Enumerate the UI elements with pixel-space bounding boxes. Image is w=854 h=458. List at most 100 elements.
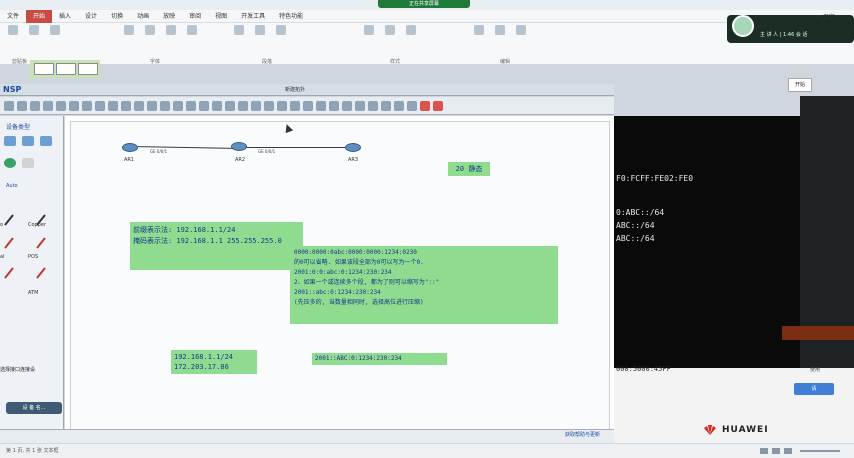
auto-cable-label: Auto xyxy=(6,183,18,189)
paste-button[interactable] xyxy=(4,25,22,47)
menu-item[interactable]: 审阅 xyxy=(182,10,208,23)
underline-button[interactable] xyxy=(162,25,180,47)
cable-icon[interactable] xyxy=(2,213,16,227)
toolbar-button[interactable] xyxy=(368,100,378,111)
slide-line: ABC::/64 xyxy=(616,234,655,243)
cable-icon[interactable] xyxy=(34,266,48,280)
link-ar2-ar3[interactable] xyxy=(245,147,350,148)
note-static[interactable]: 20 静态 xyxy=(448,162,490,176)
toolbar-button[interactable] xyxy=(43,100,53,111)
cable-icon[interactable] xyxy=(2,236,16,250)
toolbar-button[interactable] xyxy=(82,100,92,111)
toolbar-button[interactable] xyxy=(95,100,105,111)
toolbar-button[interactable] xyxy=(199,100,209,111)
switch-device-icon[interactable] xyxy=(22,136,34,146)
cloud-device-icon[interactable] xyxy=(4,158,16,168)
screen-share-indicator[interactable]: 正在共享屏幕 xyxy=(378,0,470,8)
router-device-icon[interactable] xyxy=(4,136,16,146)
toolbar-button[interactable] xyxy=(121,100,131,111)
router-ar3-label: AR3 xyxy=(348,157,359,163)
toolbar-button[interactable] xyxy=(329,100,339,111)
toolbar-button[interactable] xyxy=(264,100,274,111)
router-ar1-icon[interactable] xyxy=(122,143,138,152)
toolbar-button[interactable] xyxy=(69,100,79,111)
replace-button[interactable] xyxy=(491,25,509,47)
action-button[interactable]: 请 xyxy=(794,383,834,395)
cable-label: ATM xyxy=(28,290,39,296)
toolbar-button[interactable] xyxy=(342,100,352,111)
style-button-2[interactable] xyxy=(381,25,399,47)
toolbar-button[interactable] xyxy=(381,100,391,111)
toolbar-button[interactable] xyxy=(160,100,170,111)
toolbar-button[interactable] xyxy=(212,100,222,111)
router-ar2-icon[interactable] xyxy=(231,142,247,151)
toolbar-button[interactable] xyxy=(290,100,300,111)
align-left-button[interactable] xyxy=(230,25,248,47)
toolbar-button[interactable] xyxy=(420,100,430,111)
start-button[interactable]: 开始 xyxy=(788,78,812,92)
router-ar3-icon[interactable] xyxy=(345,143,361,152)
menu-item[interactable]: 动画 xyxy=(130,10,156,23)
menu-item[interactable]: 开发工具 xyxy=(234,10,272,23)
align-center-button[interactable] xyxy=(251,25,269,47)
meeting-status: 主 讲 人 | 1:46 会 话 xyxy=(760,32,808,38)
style-button-1[interactable] xyxy=(360,25,378,47)
toolbar-button[interactable] xyxy=(251,100,261,111)
toolbar-button[interactable] xyxy=(173,100,183,111)
user-chip[interactable]: ✕ 二宇 xyxy=(816,12,835,21)
note-ipv6-line: 2001:0:0:abc:0:1234:230:234 xyxy=(294,269,392,276)
toolbar-button[interactable] xyxy=(30,100,40,111)
menu-item[interactable]: 放映 xyxy=(156,10,182,23)
device-name-button[interactable]: 设 备 名... xyxy=(6,402,62,414)
bullets-button[interactable] xyxy=(272,25,290,47)
font-color-button[interactable] xyxy=(183,25,201,47)
slide-highlight-bar xyxy=(782,326,854,340)
menu-item[interactable]: 特色功能 xyxy=(272,10,310,23)
cable-icon[interactable] xyxy=(34,236,48,250)
toolbar-button[interactable] xyxy=(316,100,326,111)
lightning-cable-icon[interactable] xyxy=(22,158,34,168)
menu-item[interactable]: 切换 xyxy=(104,10,130,23)
toolbar-button[interactable] xyxy=(303,100,313,111)
wlan-device-icon[interactable] xyxy=(40,136,52,146)
find-button[interactable] xyxy=(470,25,488,47)
toolbar-button[interactable] xyxy=(277,100,287,111)
toolbar-button[interactable] xyxy=(4,100,14,111)
toolbar-button[interactable] xyxy=(433,100,443,111)
copy-button[interactable] xyxy=(46,25,64,47)
menu-item[interactable]: 文件 xyxy=(0,10,26,23)
ribbon-label-edit: 编辑 xyxy=(500,59,511,65)
view-controls[interactable] xyxy=(760,447,850,455)
select-button[interactable] xyxy=(512,25,530,47)
avatar[interactable] xyxy=(732,15,754,37)
note-prefix[interactable]: 前缀表示法: 192.168.1.1/24 掩码表示法: 192.168.1.1… xyxy=(130,222,303,270)
italic-button[interactable] xyxy=(141,25,159,47)
style-button-3[interactable] xyxy=(402,25,420,47)
help-update-link[interactable]: 获取帮助与更新 xyxy=(565,431,613,440)
note-ip[interactable]: 192.168.1.1/24 172.203.17.86 xyxy=(171,350,257,374)
bold-button[interactable] xyxy=(120,25,138,47)
note-ipv6[interactable]: 0000:0000:0abc:0000:0000:1234:0230 的0可以省… xyxy=(290,246,558,324)
toolbar-button[interactable] xyxy=(225,100,235,111)
slide-thumbnails[interactable] xyxy=(30,60,100,78)
toolbar-button[interactable] xyxy=(238,100,248,111)
toolbar-button[interactable] xyxy=(186,100,196,111)
cut-button[interactable] xyxy=(25,25,43,47)
menu-item[interactable]: 视图 xyxy=(208,10,234,23)
menu-item[interactable]: 设计 xyxy=(78,10,104,23)
toolbar-button[interactable] xyxy=(134,100,144,111)
toolbar-button[interactable] xyxy=(407,100,417,111)
toolbar-button[interactable] xyxy=(108,100,118,111)
status-bar xyxy=(0,443,854,458)
toolbar-button[interactable] xyxy=(17,100,27,111)
toolbar-button[interactable] xyxy=(56,100,66,111)
note-addr[interactable]: 2001::ABC:0:1234:230:234 xyxy=(312,353,447,365)
toolbar-button[interactable] xyxy=(355,100,365,111)
toolbar-button[interactable] xyxy=(394,100,404,111)
cable-icon[interactable] xyxy=(2,266,16,280)
toolbar-button[interactable] xyxy=(147,100,157,111)
menu-item[interactable]: 插入 xyxy=(52,10,78,23)
menu-item[interactable]: 开始 xyxy=(26,9,53,23)
ribbon-group-clipboard xyxy=(4,25,64,59)
app-titlebar: 新建拓扑 xyxy=(0,84,614,96)
